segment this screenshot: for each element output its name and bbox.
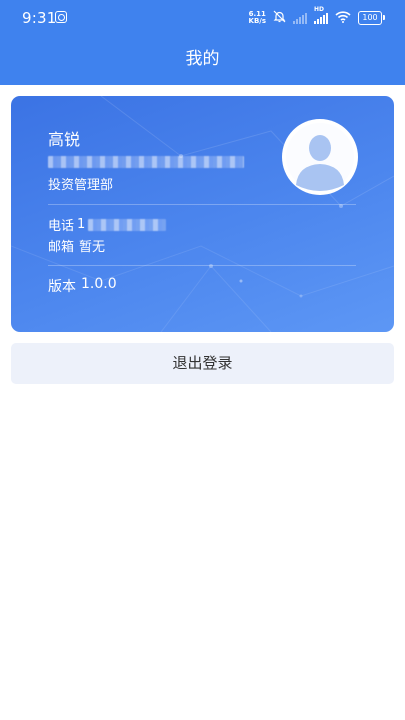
version-label: 版本 <box>48 279 76 295</box>
status-icons: 6.11 KB/s HD 100 <box>248 6 385 27</box>
battery-level: 100 <box>358 10 382 25</box>
net-speed-unit: KB/s <box>248 16 266 25</box>
card-divider <box>48 265 356 266</box>
version-value: 1.0.0 <box>81 276 117 292</box>
card-divider <box>48 204 356 205</box>
profile-card: 高锐 投资管理部 电话 1 邮箱 暂无 版本 1.0.0 <box>11 96 394 332</box>
signal-sim2-icon: HD <box>314 6 328 24</box>
phone-label: 电话 <box>48 219 75 234</box>
app-notification-icon <box>55 11 67 23</box>
email-label: 邮箱 <box>48 240 75 255</box>
wifi-icon <box>335 8 351 27</box>
status-time: 9:31 <box>22 9 57 27</box>
page-title-bar: 我的 <box>0 34 405 85</box>
version-row: 版本 1.0.0 <box>48 276 117 296</box>
avatar[interactable] <box>282 119 358 195</box>
net-speed: 6.11 KB/s <box>248 10 266 25</box>
company-name-redacted <box>48 156 244 168</box>
bell-muted-icon <box>273 8 286 27</box>
email-value: 暂无 <box>79 240 106 255</box>
user-silhouette-icon <box>286 123 354 191</box>
logout-button[interactable]: 退出登录 <box>11 343 394 384</box>
status-bar: 9:31 6.11 KB/s HD 100 <box>0 0 405 34</box>
hd-label: HD <box>314 5 325 13</box>
user-department: 投资管理部 <box>48 178 114 193</box>
battery-icon: 100 <box>358 10 385 25</box>
phone-prefix: 1 <box>77 217 86 232</box>
phone-row: 电话 1 <box>48 215 167 234</box>
phone-number-redacted <box>88 218 167 231</box>
page-title: 我的 <box>185 49 220 69</box>
user-name: 高锐 <box>48 130 81 149</box>
signal-sim1-icon <box>293 12 307 24</box>
email-row: 邮箱 暂无 <box>48 236 105 255</box>
